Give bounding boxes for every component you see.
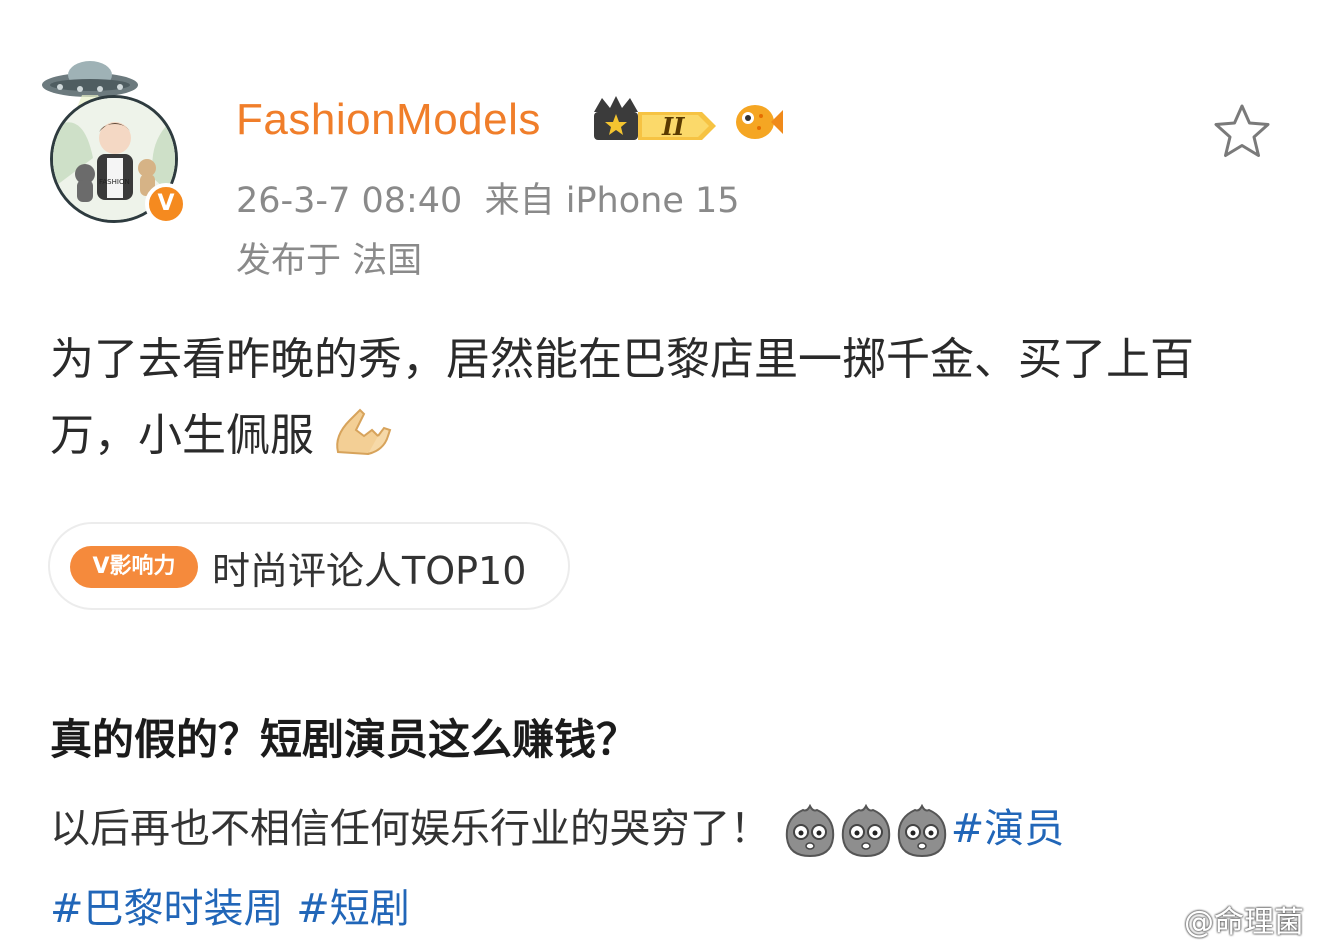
article-tags: #巴黎时装周 #短剧 xyxy=(50,876,410,934)
worried-face-emoji xyxy=(897,804,946,858)
star-icon[interactable] xyxy=(1210,100,1274,164)
influence-tag: V影响力 xyxy=(70,546,198,588)
location-prefix: 发布于 xyxy=(236,241,342,281)
post-location: 发布于 法国 xyxy=(236,232,422,283)
worried-face-emoji xyxy=(785,804,834,858)
description-text: 以后再也不相信任何娱乐行业的哭穷了！ xyxy=(50,806,770,852)
level-badge-icon: II xyxy=(594,96,716,141)
post-body: 为了去看昨晚的秀，居然能在巴黎店里一掷千金、买了上百万，小生佩服 xyxy=(50,322,1250,474)
hashtag-actor[interactable]: #演员 xyxy=(951,806,1065,852)
post-time: 26-3-7 08:40 xyxy=(236,181,463,221)
prayer-hands-emoji xyxy=(336,408,392,456)
crown-icon xyxy=(594,96,638,140)
hashtag-short-drama[interactable]: #短剧 xyxy=(296,886,410,932)
post-meta: 26-3-7 08:40 来自 iPhone 15 xyxy=(236,172,740,223)
article-description: 以后再也不相信任何娱乐行业的哭穷了！ #演员 xyxy=(50,796,1064,858)
post-body-text: 为了去看昨晚的秀，居然能在巴黎店里一掷千金、买了上百万，小生佩服 xyxy=(50,334,1194,461)
verified-v-icon: V xyxy=(145,183,187,225)
username[interactable]: FashionModels xyxy=(236,95,541,145)
location-value: 法国 xyxy=(352,241,423,281)
weibo-logo-icon xyxy=(1151,908,1185,936)
level-badge-text: II xyxy=(661,112,685,141)
influence-pill[interactable]: V影响力 时尚评论人TOP10 xyxy=(48,522,570,610)
hashtag-paris-fashion-week[interactable]: #巴黎时装周 xyxy=(50,886,284,932)
watermark-text: @命理菌 xyxy=(1184,905,1304,940)
influence-text: 时尚评论人TOP10 xyxy=(212,549,527,593)
avatar[interactable]: FASHION V xyxy=(40,55,200,225)
article-headline: 真的假的？短剧演员这么赚钱？ xyxy=(50,715,639,764)
worried-face-emoji xyxy=(841,804,890,858)
fish-icon xyxy=(736,105,783,139)
avatar-text: FASHION xyxy=(99,178,130,186)
post-source: 来自 iPhone 15 xyxy=(484,181,740,221)
watermark: @命理菌 xyxy=(1150,897,1304,941)
